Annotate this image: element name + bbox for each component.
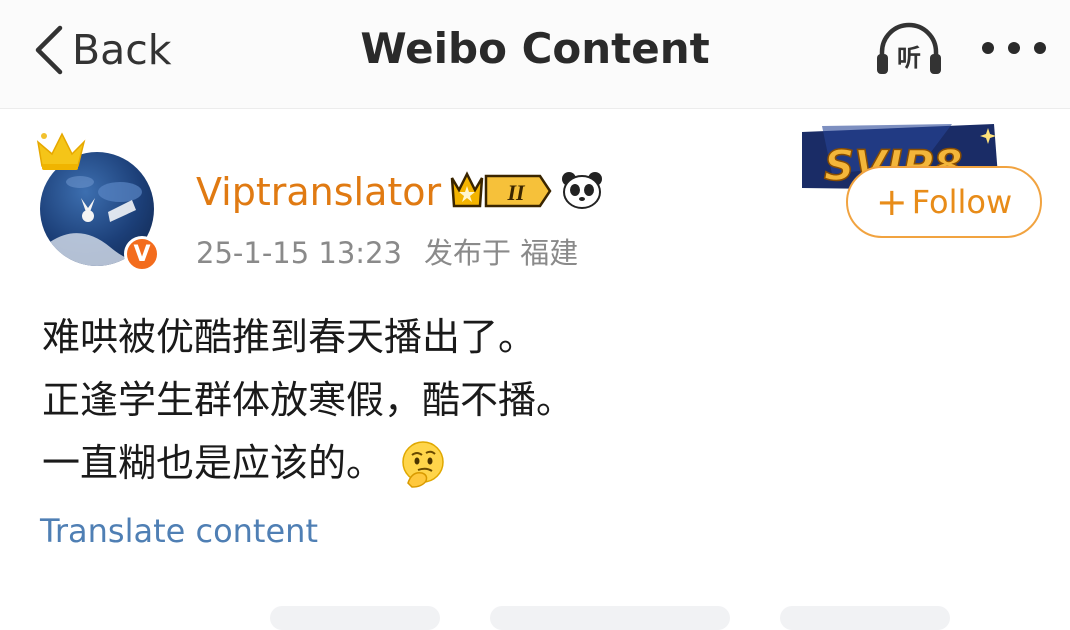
action-bar-hint bbox=[780, 606, 950, 630]
post-location: 发布于 福建 bbox=[423, 236, 579, 270]
post-meta: 25-1-15 13:23 发布于 福建 bbox=[196, 230, 578, 272]
post-timestamp: 25-1-15 13:23 bbox=[196, 236, 402, 270]
author-avatar-group[interactable]: V bbox=[36, 128, 166, 273]
username[interactable]: Viptranslator bbox=[196, 170, 441, 214]
panda-icon bbox=[562, 172, 602, 209]
more-dot bbox=[1034, 42, 1046, 54]
follow-button[interactable]: + Follow bbox=[846, 166, 1042, 238]
more-dot bbox=[982, 42, 994, 54]
action-bar-hint bbox=[490, 606, 730, 630]
post-body-line: 难哄被优酷推到春天播出了。 bbox=[42, 315, 537, 359]
post-body-line: 一直糊也是应该的。 bbox=[42, 441, 385, 485]
action-bar-hint bbox=[270, 606, 440, 630]
crown-icon bbox=[36, 132, 86, 170]
post-body-line-3: 一直糊也是应该的。 bbox=[42, 432, 574, 495]
verified-badge: V bbox=[124, 236, 160, 272]
listen-button[interactable]: 听 bbox=[874, 22, 944, 76]
more-options-button[interactable] bbox=[982, 34, 1046, 62]
translate-content-link[interactable]: Translate content bbox=[40, 512, 318, 550]
more-dot bbox=[1008, 42, 1020, 54]
vip-level-text: II bbox=[506, 180, 526, 205]
thinking-face-emoji-icon bbox=[402, 440, 444, 488]
post-body: 难哄被优酷推到春天播出了。 正逢学生群体放寒假，酷不播。 一直糊也是应该的。 bbox=[42, 306, 574, 495]
listen-icon-text: 听 bbox=[897, 44, 921, 72]
headphones-listen-icon: 听 bbox=[877, 22, 941, 74]
plus-icon: + bbox=[875, 180, 908, 224]
top-nav-bar: Back Weibo Content 听 bbox=[0, 0, 1070, 109]
vip-level-badge: II bbox=[450, 171, 552, 208]
post-body-line: 正逢学生群体放寒假，酷不播。 bbox=[42, 378, 575, 422]
follow-label: Follow bbox=[911, 183, 1013, 221]
